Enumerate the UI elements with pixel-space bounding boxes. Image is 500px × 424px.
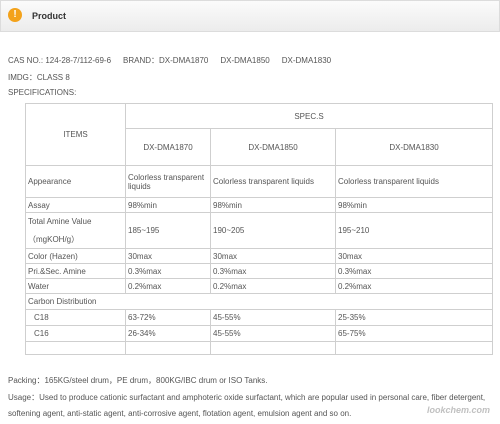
row-label: Water bbox=[25, 278, 126, 294]
packing-info: Packing：165KG/steel drum，PE drum，800KG/I… bbox=[8, 376, 268, 385]
cell: 195~210 bbox=[334, 212, 494, 249]
carbon-distribution-label: Carbon Distribution bbox=[24, 293, 494, 310]
cas-brand-line: CAS NO.: 124-28-7/112-69-6 BRAND：DX-DMA18… bbox=[8, 55, 343, 66]
cell: 0.2%max bbox=[334, 278, 494, 294]
empty-cell bbox=[334, 341, 494, 355]
table-row: Water 0.2%max 0.2%max 0.2%max bbox=[25, 278, 494, 294]
row-label-line1: Total Amine Value bbox=[28, 216, 92, 226]
cell: 98%min bbox=[210, 197, 336, 213]
row-label: C16 bbox=[25, 325, 126, 342]
cell: Colorless transparent liquids bbox=[334, 165, 494, 198]
warning-icon: ! bbox=[8, 8, 22, 22]
brand-label: BRAND：DX-DMA1870 bbox=[123, 56, 209, 65]
table-row: Assay 98%min 98%min 98%min bbox=[25, 197, 494, 213]
specifications-label: SPECIFICATIONS: bbox=[8, 88, 77, 97]
table-row: Pri.&Sec. Amine 0.3%max 0.3%max 0.3%max bbox=[25, 263, 494, 279]
row-label: C18 bbox=[25, 309, 126, 326]
items-header: ITEMS bbox=[25, 103, 126, 166]
brand-3: DX-DMA1830 bbox=[281, 56, 332, 65]
brand-2: DX-DMA1850 bbox=[220, 56, 270, 65]
watermark-logo: lookchem.com bbox=[426, 405, 490, 415]
row-label: Color (Hazen) bbox=[25, 248, 126, 264]
table-row: Total Amine Value （mgKOH/g） 185~195 190~2… bbox=[25, 212, 494, 249]
cell: Colorless transparent liquids bbox=[125, 165, 211, 198]
cell: 30max bbox=[125, 248, 211, 264]
table-row: C16 26-34% 45-55% 65-75% bbox=[25, 325, 494, 342]
row-label: Total Amine Value （mgKOH/g） bbox=[25, 212, 126, 249]
cas-number: CAS NO.: 124-28-7/112-69-6 bbox=[8, 56, 112, 65]
table-row: Appearance Colorless transparent liquids… bbox=[25, 165, 494, 198]
empty-cell bbox=[210, 341, 336, 355]
cell: 190~205 bbox=[210, 212, 336, 249]
cell: 0.2%max bbox=[210, 278, 336, 294]
product-header: ! Product bbox=[0, 0, 500, 32]
row-label-line2: （mgKOH/g） bbox=[28, 234, 80, 244]
empty-cell bbox=[125, 341, 211, 355]
cell: 45-55% bbox=[210, 325, 336, 342]
row-label: Appearance bbox=[25, 165, 126, 198]
spec-table: ITEMS SPEC.S DX-DMA1870 DX-DMA1850 DX-DM… bbox=[24, 103, 494, 355]
row-label: Assay bbox=[25, 197, 126, 213]
cell: 0.3%max bbox=[210, 263, 336, 279]
cell: 185~195 bbox=[125, 212, 211, 249]
table-row: C18 63-72% 45-55% 25-35% bbox=[25, 309, 494, 326]
spec-header: SPEC.S bbox=[124, 103, 494, 129]
product-col-3: DX-DMA1830 bbox=[334, 128, 494, 166]
cell: 0.2%max bbox=[125, 278, 211, 294]
cell: 98%min bbox=[334, 197, 494, 213]
cell: 30max bbox=[210, 248, 336, 264]
cell: 30max bbox=[334, 248, 494, 264]
product-col-1: DX-DMA1870 bbox=[125, 128, 211, 166]
section-title: Product bbox=[32, 11, 67, 21]
imdg-class: IMDG：CLASS 8 bbox=[8, 73, 70, 82]
cell: 63-72% bbox=[125, 309, 211, 326]
row-label: Pri.&Sec. Amine bbox=[25, 263, 126, 279]
empty-cell bbox=[25, 341, 126, 355]
cell: 65-75% bbox=[334, 325, 494, 342]
usage-info: Usage：Used to produce cationic surfactan… bbox=[8, 393, 486, 418]
cell: 0.3%max bbox=[334, 263, 494, 279]
table-row: Carbon Distribution bbox=[24, 293, 494, 310]
cell: 98%min bbox=[125, 197, 211, 213]
table-row: Color (Hazen) 30max 30max 30max bbox=[25, 248, 494, 264]
cell: 26-34% bbox=[125, 325, 211, 342]
product-col-2: DX-DMA1850 bbox=[210, 128, 336, 166]
cell: Colorless transparent liquids bbox=[210, 165, 336, 198]
cell: 25-35% bbox=[334, 309, 494, 326]
cell: 45-55% bbox=[210, 309, 336, 326]
table-row bbox=[25, 341, 494, 355]
cell: 0.3%max bbox=[125, 263, 211, 279]
